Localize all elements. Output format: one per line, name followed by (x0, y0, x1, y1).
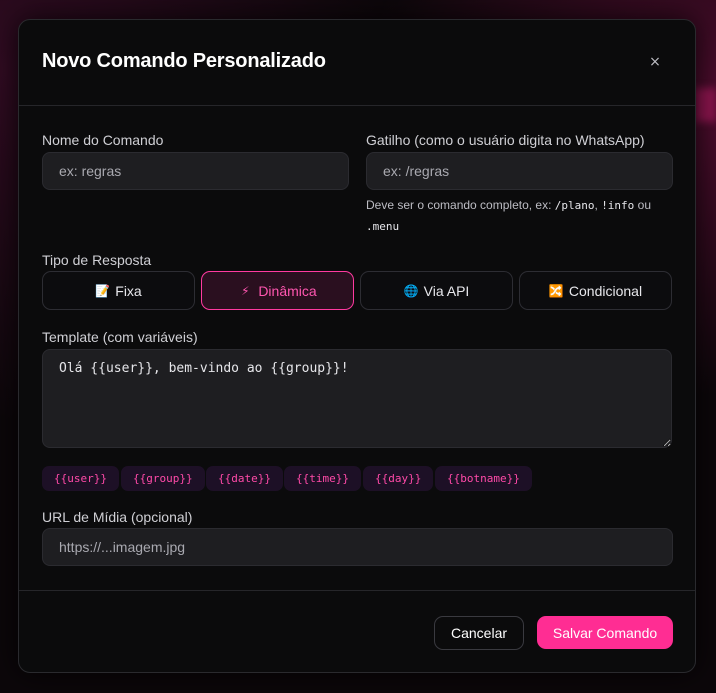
trigger-label: Gatilho (como o usuário digita no WhatsA… (366, 132, 645, 148)
template-textarea[interactable]: Olá {{user}}, bem-vindo ao {{group}}! (42, 349, 672, 448)
response-type-fixa-button[interactable]: 📝 Fixa (42, 271, 195, 310)
globe-icon: 🌐 (403, 283, 419, 298)
response-type-option-label: Fixa (115, 282, 142, 299)
command-name-input[interactable] (42, 152, 349, 190)
memo-icon: 📝 (95, 283, 111, 298)
save-command-button[interactable]: Salvar Comando (537, 616, 673, 649)
modal-title: Novo Comando Personalizado (42, 50, 326, 72)
response-type-api-button[interactable]: 🌐 Via API (360, 271, 513, 310)
lightning-icon: ⚡ (241, 283, 250, 298)
template-label: Template (com variáveis) (42, 329, 198, 345)
variable-chip-user[interactable]: {{user}} (42, 466, 119, 491)
trigger-hint: Deve ser o comando completo, ex: /plano,… (366, 198, 651, 233)
response-type-option-label: Via API (423, 282, 470, 299)
trigger-input[interactable] (366, 152, 673, 190)
hint-example-menu: .menu (366, 220, 400, 233)
modal-footer: Cancelar Salvar Comando (19, 590, 695, 673)
hint-example-info: !info (601, 199, 635, 212)
media-url-input[interactable] (42, 528, 673, 566)
command-name-label: Nome do Comando (42, 132, 164, 148)
variable-chip-date[interactable]: {{date}} (206, 466, 283, 491)
close-button[interactable]: × (643, 50, 667, 74)
background-glow (694, 88, 716, 122)
hint-example-plano: /plano (554, 199, 595, 212)
response-type-label: Tipo de Resposta (42, 252, 152, 268)
variable-chip-time[interactable]: {{time}} (284, 466, 361, 491)
response-type-option-label: Condicional (568, 282, 643, 299)
variable-chip-botname[interactable]: {{botname}} (435, 466, 532, 491)
response-type-condicional-button[interactable]: 🔀 Condicional (519, 271, 672, 310)
close-icon: × (649, 54, 661, 70)
variable-chip-group[interactable]: {{group}} (121, 466, 205, 491)
variable-chip-day[interactable]: {{day}} (363, 466, 434, 491)
shuffle-icon: 🔀 (548, 283, 564, 298)
custom-command-modal: Novo Comando Personalizado × Nome do Com… (18, 19, 696, 673)
modal-header: Novo Comando Personalizado × (19, 20, 695, 106)
cancel-button[interactable]: Cancelar (434, 616, 524, 650)
media-url-label: URL de Mídia (opcional) (42, 509, 193, 525)
response-type-dinamica-button[interactable]: ⚡ Dinâmica (201, 271, 354, 310)
response-type-option-label: Dinâmica (258, 282, 317, 299)
